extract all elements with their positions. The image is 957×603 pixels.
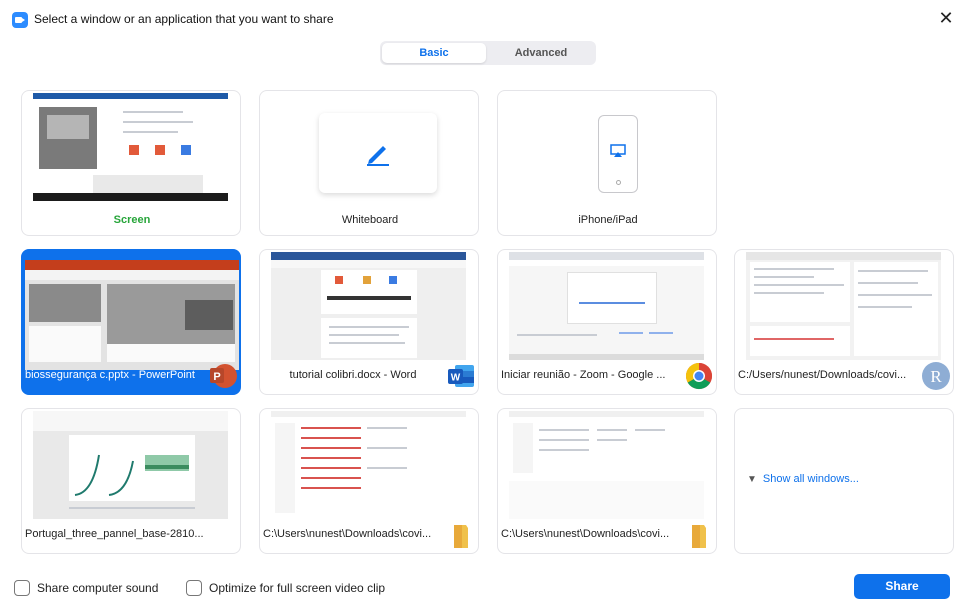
tile-label: Screen: [113, 214, 151, 226]
share-sound-label: Share computer sound: [37, 581, 159, 595]
collapse-icon: ▼: [747, 474, 757, 485]
share-button[interactable]: Share: [854, 574, 950, 599]
device-thumbnail: [509, 93, 704, 201]
explorer-thumbnail: [271, 411, 466, 519]
share-tile-whiteboard[interactable]: Whiteboard: [259, 90, 479, 236]
share-tile-screen[interactable]: Screen: [21, 90, 241, 236]
powerpoint-thumbnail: [25, 260, 239, 370]
r-icon: R: [922, 362, 950, 390]
show-all-windows-tile[interactable]: ▼ Show all windows...: [734, 408, 954, 554]
optimize-video-label: Optimize for full screen video clip: [209, 581, 386, 595]
screen-thumbnail: [33, 93, 228, 201]
show-all-windows-link[interactable]: ▼ Show all windows...: [747, 473, 859, 485]
svg-text:W: W: [451, 373, 461, 384]
tile-label: Portugal_three_pannel_base-2810...: [25, 528, 204, 540]
tile-label: Whiteboard: [341, 214, 399, 226]
powerpoint-icon: P: [210, 364, 237, 388]
folder-icon: [454, 525, 468, 548]
airplay-icon: [610, 144, 626, 157]
tile-label: tutorial colibri.docx - Word: [289, 369, 417, 381]
tile-label: C:\Users\nunest\Downloads\covi...: [263, 528, 432, 540]
tab-advanced[interactable]: Advanced: [488, 43, 594, 63]
share-tile-word[interactable]: tutorial colibri.docx - Word W: [259, 249, 479, 395]
share-tile-r-console[interactable]: C:/Users/nunest/Downloads/covi... R: [734, 249, 954, 395]
svg-text:P: P: [213, 371, 220, 383]
svg-text:R: R: [930, 367, 942, 386]
share-tile-folder-1[interactable]: C:\Users\nunest\Downloads\covi...: [259, 408, 479, 554]
dialog-title: Select a window or an application that y…: [34, 12, 334, 26]
zoom-logo-icon: [12, 12, 28, 28]
chrome-icon: [685, 362, 713, 390]
share-tile-powerpoint[interactable]: biossegurança c.pptx - PowerPoint P: [21, 249, 241, 395]
optimize-video-checkbox[interactable]: [186, 580, 202, 596]
pencil-icon: [367, 146, 389, 166]
chrome-thumbnail: [509, 252, 704, 360]
word-thumbnail: [271, 252, 466, 360]
close-button[interactable]: ✕: [938, 8, 954, 28]
tile-label: biossegurança c.pptx - PowerPoint: [25, 369, 195, 381]
plot-thumbnail: [33, 411, 228, 519]
r-thumbnail: [746, 252, 941, 360]
mode-tabs: Basic Advanced: [380, 41, 596, 65]
footer: Share computer sound Optimize for full s…: [0, 570, 957, 603]
share-tile-chrome[interactable]: Iniciar reunião - Zoom - Google ...: [497, 249, 717, 395]
word-icon: W: [448, 365, 474, 387]
tile-label: Iniciar reunião - Zoom - Google ...: [501, 369, 666, 381]
tab-basic[interactable]: Basic: [382, 43, 486, 63]
share-sound-checkbox[interactable]: [14, 580, 30, 596]
tile-label: C:\Users\nunest\Downloads\covi...: [501, 528, 670, 540]
explorer-thumbnail: [509, 411, 704, 519]
whiteboard-thumbnail: [271, 93, 466, 201]
share-tile-r-plot[interactable]: Portugal_three_pannel_base-2810...: [21, 408, 241, 554]
share-tile-iphone-ipad[interactable]: iPhone/iPad: [497, 90, 717, 236]
share-tile-folder-2[interactable]: C:\Users\nunest\Downloads\covi...: [497, 408, 717, 554]
title-bar: Select a window or an application that y…: [0, 0, 957, 36]
tile-label: iPhone/iPad: [578, 214, 638, 226]
tile-label: C:/Users/nunest/Downloads/covi...: [738, 369, 907, 381]
folder-icon: [692, 525, 706, 548]
